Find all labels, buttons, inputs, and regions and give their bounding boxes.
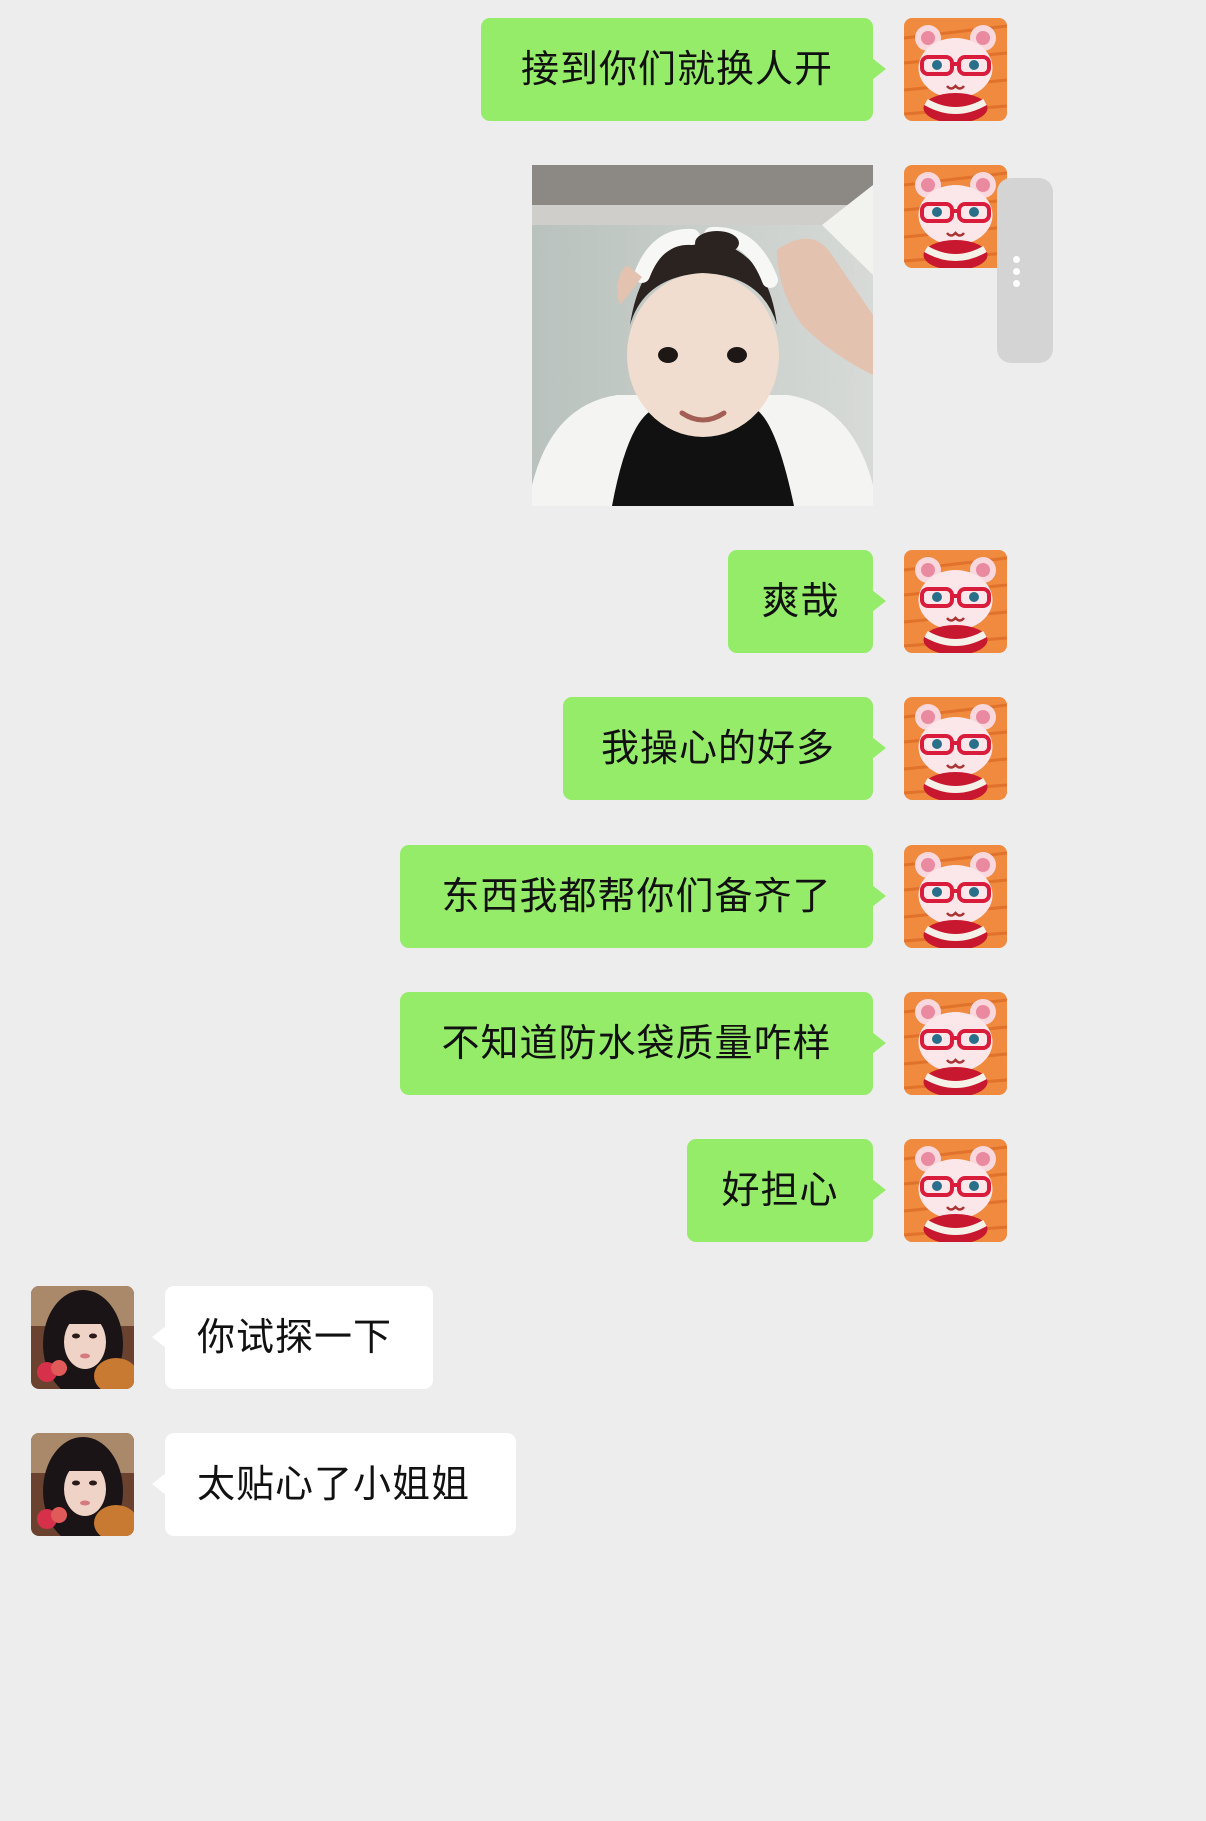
handle-dot bbox=[1013, 280, 1020, 287]
message-bubble[interactable]: 不知道防水袋质量咋样 bbox=[400, 992, 886, 1095]
pink-bear-glasses-icon bbox=[904, 1139, 1007, 1242]
my-avatar[interactable] bbox=[904, 1139, 1007, 1242]
girl-photo-icon bbox=[31, 1433, 134, 1536]
pink-bear-glasses-icon bbox=[904, 550, 1007, 653]
side-floating-handle[interactable] bbox=[997, 178, 1053, 363]
message-bubble[interactable]: 好担心 bbox=[687, 1139, 886, 1242]
message-bubble[interactable]: 太贴心了小姐姐 bbox=[152, 1433, 516, 1536]
handle-dot bbox=[1013, 256, 1020, 263]
my-avatar[interactable] bbox=[904, 845, 1007, 948]
child-hair-wash-photo bbox=[532, 165, 873, 506]
pink-bear-glasses-icon bbox=[904, 697, 1007, 800]
pink-bear-glasses-icon bbox=[904, 165, 1007, 268]
message-bubble[interactable]: 接到你们就换人开 bbox=[481, 18, 886, 121]
message-bubble[interactable]: 我操心的好多 bbox=[563, 697, 886, 800]
pink-bear-glasses-icon bbox=[904, 992, 1007, 1095]
my-avatar[interactable] bbox=[904, 18, 1007, 121]
my-avatar[interactable] bbox=[904, 992, 1007, 1095]
pink-bear-glasses-icon bbox=[904, 18, 1007, 121]
image-message[interactable] bbox=[532, 165, 873, 506]
message-bubble[interactable]: 你试探一下 bbox=[152, 1286, 433, 1389]
handle-dot bbox=[1013, 268, 1020, 275]
contact-avatar[interactable] bbox=[31, 1433, 134, 1536]
pink-bear-glasses-icon bbox=[904, 845, 1007, 948]
contact-avatar[interactable] bbox=[31, 1286, 134, 1389]
message-bubble[interactable]: 东西我都帮你们备齐了 bbox=[400, 845, 886, 948]
my-avatar[interactable] bbox=[904, 697, 1007, 800]
my-avatar[interactable] bbox=[904, 165, 1007, 268]
girl-photo-icon bbox=[31, 1286, 134, 1389]
message-bubble[interactable]: 爽哉 bbox=[728, 550, 886, 653]
my-avatar[interactable] bbox=[904, 550, 1007, 653]
